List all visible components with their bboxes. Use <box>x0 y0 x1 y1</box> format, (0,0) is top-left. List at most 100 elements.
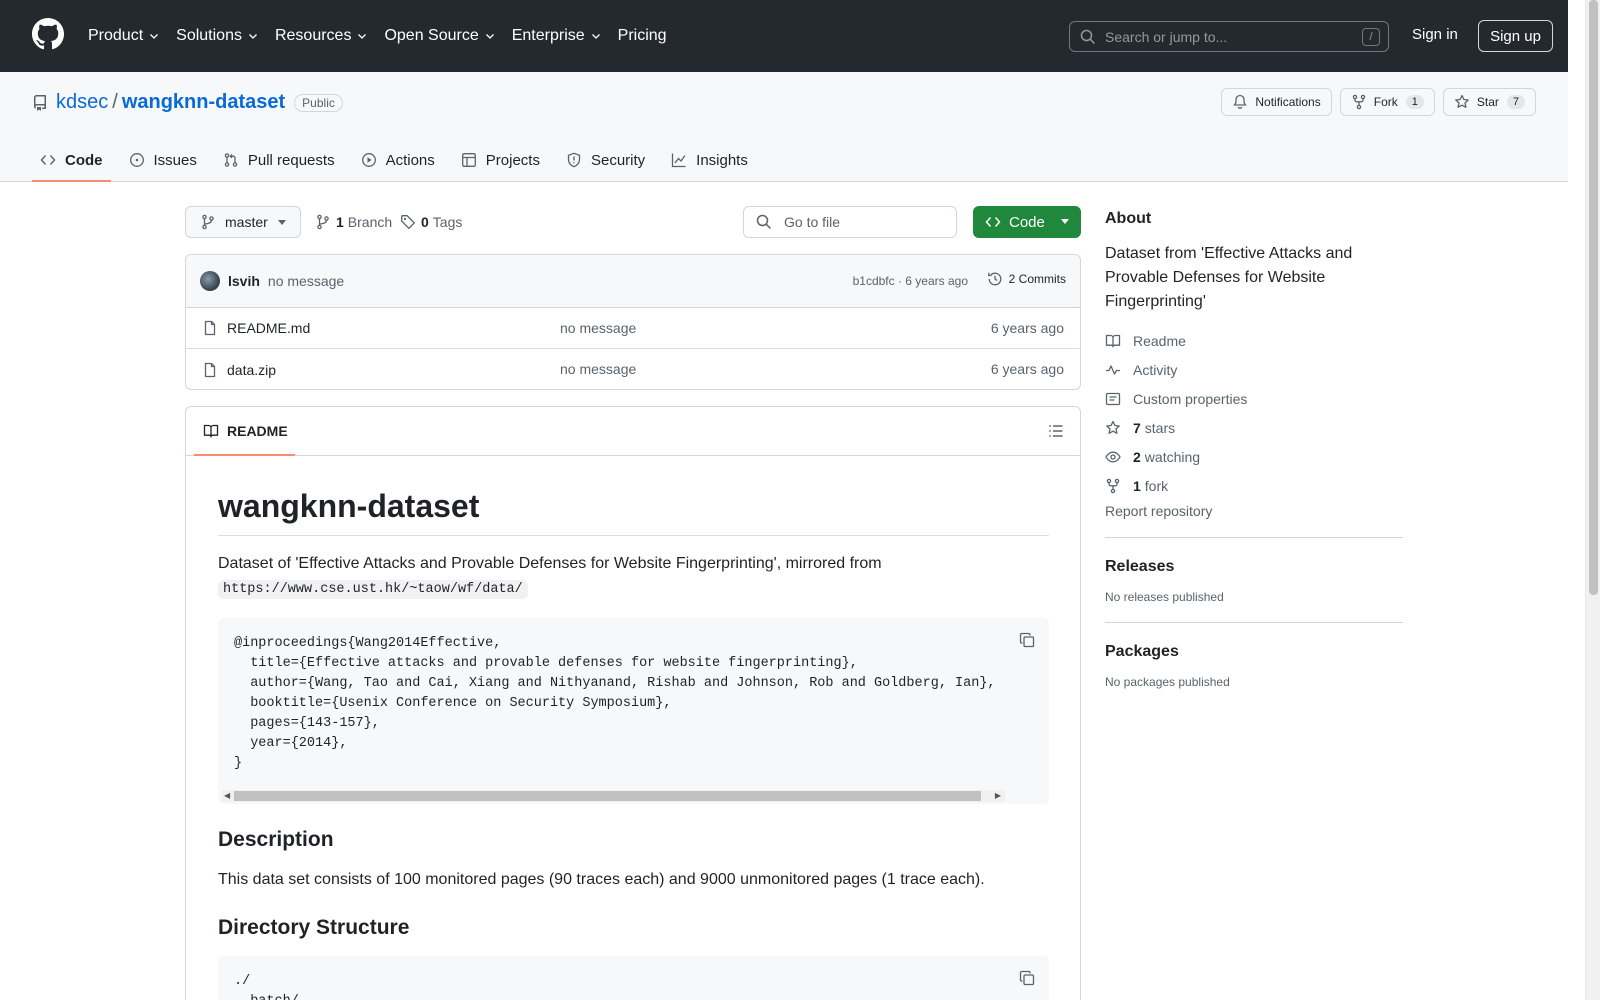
readme-intro: Dataset of 'Effective Attacks and Provab… <box>218 552 1049 602</box>
commits-link[interactable]: 2 Commits <box>987 271 1066 287</box>
bell-icon <box>1233 94 1248 109</box>
watching-link[interactable]: 2 watching <box>1105 442 1403 471</box>
tab-pull-requests[interactable]: Pull requests <box>215 138 343 182</box>
fork-button[interactable]: Fork 1 <box>1339 88 1435 116</box>
notifications-label: Notifications <box>1255 95 1321 109</box>
book-icon <box>203 424 219 438</box>
repo-owner-link[interactable]: kdsec <box>56 91 108 114</box>
commit-message[interactable]: no message <box>268 273 344 289</box>
code-icon <box>985 217 1001 227</box>
file-commit-time: 6 years ago <box>990 320 1064 336</box>
github-logo-icon[interactable] <box>32 18 64 50</box>
history-icon <box>987 272 1002 286</box>
scroll-right-arrow-icon[interactable]: ▶ <box>995 790 1001 802</box>
latest-commit: lsvih no message b1cdbfc · 6 years ago 2… <box>186 255 1080 308</box>
nav-enterprise[interactable]: Enterprise <box>512 27 602 45</box>
nav-pricing[interactable]: Pricing <box>618 27 667 45</box>
sign-in-link[interactable]: Sign in <box>1412 26 1458 43</box>
scrollbar-thumb[interactable] <box>234 791 981 801</box>
visibility-badge: Public <box>294 93 343 112</box>
forks-link[interactable]: 1 fork <box>1105 471 1403 500</box>
repo-title: kdsec / wangknn-dataset Public <box>32 91 343 114</box>
commit-hash-time[interactable]: b1cdbfc · 6 years ago <box>853 274 968 288</box>
list-icon[interactable] <box>1048 423 1064 439</box>
file-name-link[interactable]: README.md <box>227 320 310 336</box>
readme-link-label: Readme <box>1133 332 1186 349</box>
tab-projects[interactable]: Projects <box>453 138 548 182</box>
repo-actions: Notifications Fork 1 Star 7 <box>1213 88 1536 116</box>
tab-code-label: Code <box>65 151 103 169</box>
packages-empty-text: No packages published <box>1105 675 1230 689</box>
tab-code[interactable]: Code <box>32 138 111 182</box>
notifications-button[interactable]: Notifications <box>1221 88 1332 116</box>
tab-issues[interactable]: Issues <box>121 138 205 182</box>
stars-label: stars <box>1144 419 1176 436</box>
code-dropdown-button[interactable]: Code <box>973 206 1081 238</box>
file-row[interactable]: data.zip no message 6 years ago <box>186 349 1080 389</box>
search-icon <box>1080 29 1096 44</box>
tab-insights[interactable]: Insights <box>663 138 756 182</box>
repo-sidebar: About Dataset from 'Effective Attacks an… <box>1105 210 1403 689</box>
star-button[interactable]: Star 7 <box>1442 88 1536 116</box>
go-to-file-input[interactable]: Go to file <box>743 206 957 238</box>
custom-properties-link[interactable]: Custom properties <box>1105 384 1403 413</box>
releases-empty-text: No releases published <box>1105 590 1224 604</box>
file-name-link[interactable]: data.zip <box>227 362 276 378</box>
directory-code-block: ./ batch/ <box>218 956 1049 1000</box>
tab-security[interactable]: Security <box>558 138 653 182</box>
tag-label: Tags <box>432 214 463 230</box>
stars-count: 7 <box>1133 419 1141 436</box>
nav-pricing-label: Pricing <box>617 27 667 44</box>
tab-readme[interactable]: README <box>194 407 295 456</box>
report-repository-link[interactable]: Report repository <box>1105 503 1403 519</box>
tag-icon <box>401 215 416 230</box>
chevron-down-icon <box>249 34 257 39</box>
repo-name-link[interactable]: wangknn-dataset <box>122 91 285 114</box>
nav-solutions[interactable]: Solutions <box>176 27 259 45</box>
code-button-label: Code <box>1009 213 1045 231</box>
nav-open-source[interactable]: Open Source <box>384 27 495 45</box>
nav-open-source-label: Open Source <box>384 27 479 44</box>
about-links: Readme Activity Custom properties 7 star… <box>1105 326 1403 500</box>
branch-select-button[interactable]: master <box>185 206 301 238</box>
tags-link[interactable]: 0 Tags <box>400 214 462 230</box>
scroll-left-arrow-icon[interactable]: ◀ <box>224 790 230 802</box>
search-placeholder: Search or jump to... <box>1105 28 1228 45</box>
shield-icon <box>567 152 581 168</box>
note-icon <box>1105 392 1121 405</box>
packages-heading[interactable]: Packages <box>1105 643 1403 661</box>
fork-label: Fork <box>1373 95 1398 109</box>
readme-tab-label: README <box>227 423 288 439</box>
graph-icon <box>672 153 686 168</box>
custom-properties-label: Custom properties <box>1133 390 1248 407</box>
page-vertical-scrollbar[interactable] <box>1585 0 1600 1000</box>
global-search-input[interactable]: Search or jump to... / <box>1069 21 1389 52</box>
commit-author-link[interactable]: lsvih <box>228 273 260 289</box>
readme-header: README <box>186 407 1080 456</box>
bibtex-code-block: @inproceedings{Wang2014Effective, title=… <box>218 618 1049 804</box>
nav-resources-label: Resources <box>274 27 352 44</box>
readme-link[interactable]: Readme <box>1105 326 1403 355</box>
nav-product[interactable]: Product <box>88 27 160 45</box>
file-row[interactable]: README.md no message 6 years ago <box>186 308 1080 349</box>
file-commit-message[interactable]: no message <box>560 361 636 377</box>
copy-icon[interactable] <box>1019 970 1035 986</box>
copy-icon[interactable] <box>1019 632 1035 648</box>
description-text: This data set consists of 100 monitored … <box>218 871 985 888</box>
bibtex-code: @inproceedings{Wang2014Effective, title=… <box>234 636 996 771</box>
tab-actions[interactable]: Actions <box>353 138 443 182</box>
file-commit-message[interactable]: no message <box>560 320 636 336</box>
nav-resources[interactable]: Resources <box>275 27 368 45</box>
releases-heading[interactable]: Releases <box>1105 558 1403 576</box>
table-icon <box>461 153 476 167</box>
about-heading: About <box>1105 210 1152 227</box>
scrollbar-thumb[interactable] <box>1589 0 1598 595</box>
branch-count: 1 <box>336 214 344 230</box>
avatar[interactable] <box>200 271 220 291</box>
sign-up-button[interactable]: Sign up <box>1478 20 1553 52</box>
forks-count: 1 <box>1133 477 1141 494</box>
activity-link[interactable]: Activity <box>1105 355 1403 384</box>
code-horizontal-scrollbar[interactable]: ◀ ▶ <box>222 790 1005 802</box>
branches-link[interactable]: 1 Branch <box>315 214 392 230</box>
stars-link[interactable]: 7 stars <box>1105 413 1403 442</box>
